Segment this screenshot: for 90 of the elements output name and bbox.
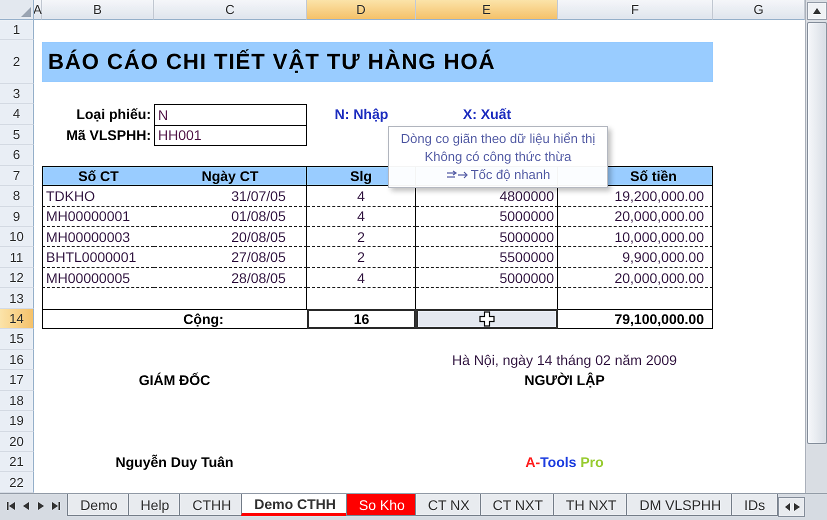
column-header-letter[interactable]: D bbox=[307, 0, 416, 20]
table-cell: MH00000003 bbox=[46, 228, 130, 245]
row-number[interactable]: 7 bbox=[0, 166, 34, 186]
row-number[interactable]: 21 bbox=[0, 452, 34, 472]
table-cell: TDKHO bbox=[46, 188, 95, 204]
table-cell: 20/08/05 bbox=[231, 228, 286, 245]
row-number[interactable]: 10 bbox=[0, 226, 34, 248]
row-number[interactable]: 6 bbox=[0, 145, 34, 166]
total-label: Cộng: bbox=[183, 311, 224, 328]
input-field[interactable]: N bbox=[154, 104, 307, 126]
row-number[interactable]: 17 bbox=[0, 370, 34, 391]
sheet-tab[interactable]: Demo CTHH bbox=[241, 494, 349, 516]
table-cell: 31/07/05 bbox=[231, 188, 286, 204]
vertical-scrollbar[interactable] bbox=[805, 0, 827, 493]
row-number[interactable]: 1 bbox=[0, 20, 34, 40]
sheet-tab[interactable]: IDs bbox=[731, 494, 778, 516]
column-header: Số tiền bbox=[630, 168, 677, 184]
table-cell: 20,000,000.00 bbox=[614, 208, 704, 224]
legend-text: N: Nhập bbox=[334, 106, 388, 122]
table-cell: MH00000005 bbox=[46, 270, 130, 286]
report-title: BÁO CÁO CHI TIẾT VẬT TƯ HÀNG HOÁ bbox=[42, 42, 713, 82]
arrows-icon bbox=[446, 170, 468, 180]
row-number[interactable]: 15 bbox=[0, 329, 34, 350]
sheet-tab[interactable]: So Kho bbox=[346, 494, 418, 516]
row-number[interactable]: 5 bbox=[0, 124, 34, 146]
column-header: Ngày CT bbox=[202, 168, 258, 184]
table-cell: 5000000 bbox=[499, 208, 554, 224]
row-number[interactable]: 19 bbox=[0, 411, 34, 432]
row-number[interactable]: 16 bbox=[0, 350, 34, 370]
column-header-letter[interactable]: C bbox=[154, 0, 307, 20]
tooltip-text: Không có công thức thừa bbox=[424, 148, 572, 166]
scroll-thumb[interactable] bbox=[806, 22, 826, 444]
table-cell: 4 bbox=[357, 270, 365, 286]
table-cell: 2 bbox=[357, 228, 365, 245]
table-cell: 28/08/05 bbox=[231, 270, 286, 286]
table-cell: 10,000,000.00 bbox=[614, 228, 704, 245]
row-number[interactable]: 12 bbox=[0, 268, 34, 288]
row-number[interactable]: 22 bbox=[0, 472, 34, 493]
signer-name: Nguyễn Duy Tuân bbox=[116, 454, 234, 470]
row-number[interactable]: 3 bbox=[0, 84, 34, 104]
table-cell: 27/08/05 bbox=[231, 249, 286, 266]
field-label: Mã VLSPHH: bbox=[66, 126, 151, 143]
signer-name: A-Tools Pro bbox=[525, 454, 604, 470]
total-cell[interactable]: 16 bbox=[307, 308, 416, 330]
column-header-letter[interactable]: F bbox=[558, 0, 713, 20]
table-cell: 2 bbox=[357, 249, 365, 266]
table-cell: MH00000001 bbox=[46, 208, 130, 224]
cross-cursor-icon bbox=[479, 311, 495, 328]
table-cell: 5000000 bbox=[499, 270, 554, 286]
row-number[interactable]: 20 bbox=[0, 432, 34, 452]
table-cell: 5000000 bbox=[499, 228, 554, 245]
row-number[interactable]: 8 bbox=[0, 186, 34, 207]
table-cell: 4800000 bbox=[499, 188, 554, 204]
tab-scroll-icon[interactable] bbox=[778, 497, 805, 517]
sheet-tab[interactable]: CT NX bbox=[414, 494, 483, 516]
table-cell: 4 bbox=[357, 208, 365, 224]
table-cell: 19,200,000.00 bbox=[614, 188, 704, 204]
field-label: Loại phiếu: bbox=[76, 106, 151, 122]
row-number[interactable]: 13 bbox=[0, 288, 34, 309]
total-amount: 79,100,000.00 bbox=[614, 311, 704, 328]
legend-text: X: Xuất bbox=[462, 106, 512, 122]
sheet-tab[interactable]: Demo bbox=[67, 494, 131, 516]
table-cell: 20,000,000.00 bbox=[614, 270, 704, 286]
column-header: Slg bbox=[350, 168, 372, 184]
row-number[interactable]: 18 bbox=[0, 390, 34, 412]
scroll-up-icon[interactable] bbox=[806, 2, 826, 20]
column-header-letter[interactable]: B bbox=[42, 0, 154, 20]
column-header-letter[interactable]: E bbox=[416, 0, 558, 20]
signer-title: GIÁM ĐỐC bbox=[138, 372, 210, 388]
column-header: Số CT bbox=[78, 168, 119, 184]
place-date-text: Hà Nội, ngày 14 tháng 02 năm 2009 bbox=[452, 352, 677, 368]
input-field[interactable]: HH001 bbox=[154, 124, 307, 146]
table-cell: BHTL0000001 bbox=[46, 249, 136, 266]
table-cell: 01/08/05 bbox=[231, 208, 286, 224]
row-number[interactable]: 2 bbox=[0, 40, 34, 84]
selected-cell[interactable] bbox=[416, 308, 558, 330]
signer-title: NGƯỜI LẬP bbox=[524, 372, 605, 388]
column-header-letter[interactable]: A bbox=[34, 0, 42, 20]
tooltip-text: Dòng co giãn theo dữ liệu hiển thị bbox=[400, 130, 596, 148]
corner-triangle-icon bbox=[21, 6, 31, 17]
table-cell: 5500000 bbox=[499, 249, 554, 266]
row-number[interactable]: 14 bbox=[0, 308, 34, 330]
row-number[interactable]: 11 bbox=[0, 247, 34, 268]
table-cell: 4 bbox=[357, 188, 365, 204]
column-header-letter[interactable]: G bbox=[713, 0, 805, 20]
table-cell: 9,900,000.00 bbox=[622, 249, 704, 266]
sheet-tab[interactable]: CT NXT bbox=[480, 494, 556, 516]
row-number[interactable]: 4 bbox=[0, 104, 34, 125]
row-number[interactable]: 9 bbox=[0, 206, 34, 227]
tooltip-text: Tốc độ nhanh bbox=[470, 166, 550, 184]
